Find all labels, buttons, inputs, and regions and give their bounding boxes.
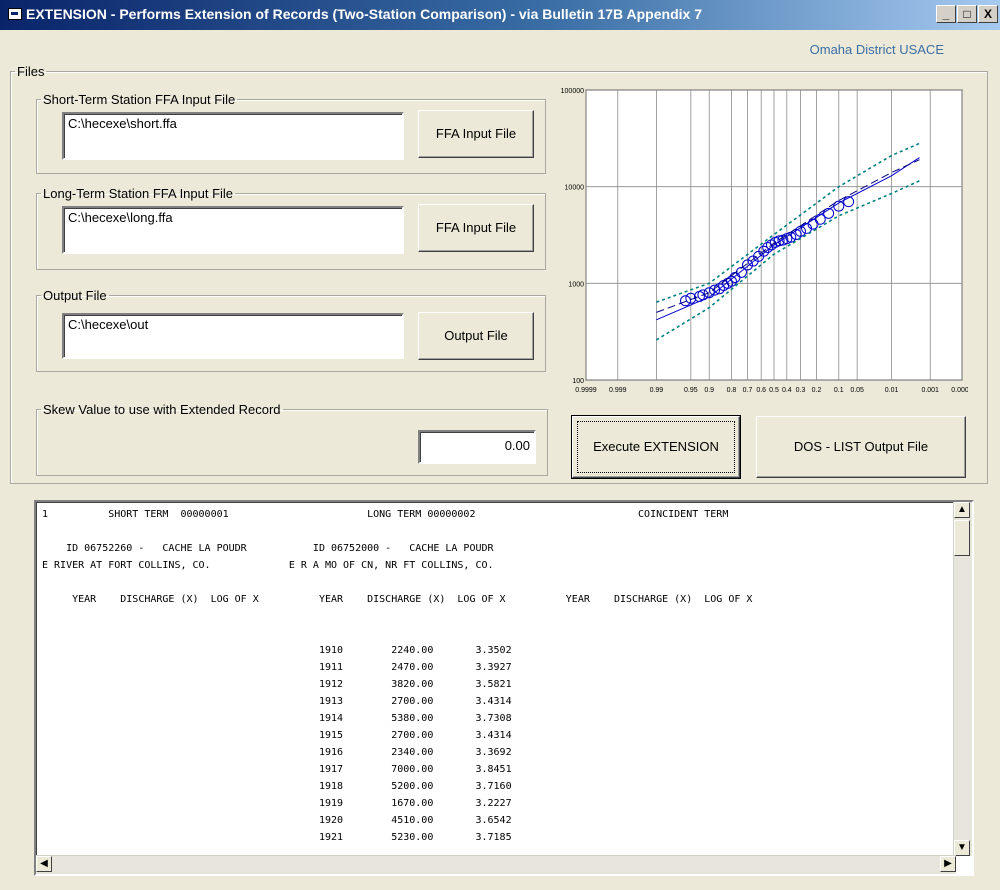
x-tick-label: 0.0001 xyxy=(951,387,968,394)
listing-line: ID 06752260 - CACHE LA POUDR ID 06752000… xyxy=(66,543,494,554)
dos-list-output-button-label: DOS - LIST Output File xyxy=(793,439,929,454)
x-tick-label: 0.999 xyxy=(609,387,627,394)
y-tick-label: 1000 xyxy=(568,281,584,288)
long-term-label: Long-Term Station FFA Input File xyxy=(43,186,234,201)
listing-line: 1918 5200.00 3.7160 xyxy=(318,781,512,792)
x-tick-label: 0.2 xyxy=(812,387,822,394)
minimize-button[interactable]: _ xyxy=(936,5,956,23)
listing-text: 1 SHORT TERM 00000001 LONG TERM 00000002… xyxy=(36,502,972,850)
y-tick-label: 10000 xyxy=(565,185,585,192)
output-file-button[interactable]: Output File xyxy=(418,312,534,360)
frequency-plot: 0.9999 0.999 0.99 0.95 0.9 0.8 0.7 0.6 0.5 0.4 0.3… xyxy=(548,86,973,402)
x-tick-label: 0.3 xyxy=(796,387,806,394)
horizontal-scrollbar[interactable]: ◀ ▶ xyxy=(36,855,956,874)
listing-line: 1921 5230.00 3.7185 xyxy=(318,832,512,843)
vertical-scrollbar[interactable]: ▲ ▼ xyxy=(953,502,972,856)
x-tick-label: 0.5 xyxy=(769,387,779,394)
long-term-file-input[interactable]: C:\hecexe\long.ffa xyxy=(62,206,404,254)
short-term-label: Short-Term Station FFA Input File xyxy=(43,92,236,107)
close-button[interactable]: X xyxy=(978,5,998,23)
long-term-ffa-button[interactable]: FFA Input File xyxy=(418,204,534,252)
dos-list-output-button[interactable]: DOS - LIST Output File xyxy=(756,416,966,478)
listing-line: 1912 3820.00 3.5821 xyxy=(318,679,512,690)
scroll-up-button[interactable]: ▲ xyxy=(954,502,970,518)
execute-extension-button-label: Execute EXTENSION xyxy=(593,439,719,454)
skew-label: Skew Value to use with Extended Record xyxy=(43,402,281,417)
listing-line: E RIVER AT FORT COLLINS, CO. E R A MO OF… xyxy=(42,560,494,571)
vertical-scroll-thumb[interactable] xyxy=(954,520,970,556)
listing-line: 1 SHORT TERM 00000001 LONG TERM 00000002… xyxy=(42,509,729,520)
x-tick-label: 0.05 xyxy=(850,387,864,394)
scroll-down-button[interactable]: ▼ xyxy=(954,840,970,856)
y-tick-label: 100 xyxy=(572,378,584,385)
output-file-button-label: Output File xyxy=(444,328,508,343)
listing-line: 1919 1670.00 3.2227 xyxy=(318,798,512,809)
app-icon[interactable] xyxy=(8,8,22,20)
long-term-ffa-button-label: FFA Input File xyxy=(435,220,517,235)
x-tick-label: 0.99 xyxy=(650,387,664,394)
listing-line: 1911 2470.00 3.3927 xyxy=(318,662,512,673)
short-term-ffa-button-label: FFA Input File xyxy=(435,126,517,141)
listing-line: 1910 2240.00 3.3502 xyxy=(318,645,512,656)
window-title: EXTENSION - Performs Extension of Record… xyxy=(26,6,702,22)
maximize-button[interactable]: □ xyxy=(957,5,977,23)
short-term-ffa-button[interactable]: FFA Input File xyxy=(418,110,534,158)
x-tick-label: 0.01 xyxy=(885,387,899,394)
frequency-chart-svg: 0.9999 0.999 0.99 0.95 0.9 0.8 0.7 0.6 0.5 0.4 0.3… xyxy=(561,88,973,394)
x-tick-label: 0.8 xyxy=(727,387,737,394)
skew-value-input[interactable]: 0.00 xyxy=(418,430,536,464)
listing-line: 1916 2340.00 3.3692 xyxy=(318,747,512,758)
organization-label: Omaha District USACE xyxy=(809,42,944,57)
scroll-right-button[interactable]: ▶ xyxy=(940,856,956,872)
x-tick-label: 0.001 xyxy=(921,387,939,394)
x-tick-label: 0.1 xyxy=(834,387,844,394)
x-tick-label: 0.9999 xyxy=(575,387,597,394)
x-tick-label: 0.6 xyxy=(756,387,766,394)
listing-line: 1917 7000.00 3.8451 xyxy=(318,764,512,775)
x-tick-label: 0.9 xyxy=(704,387,714,394)
scroll-left-button[interactable]: ◀ xyxy=(36,856,52,872)
listing-line: 1920 4510.00 3.6542 xyxy=(318,815,512,826)
listing-line: 1913 2700.00 3.4314 xyxy=(318,696,512,707)
listing-line: 1914 5380.00 3.7308 xyxy=(318,713,512,724)
listing-line: 1915 2700.00 3.4314 xyxy=(318,730,512,741)
output-listing[interactable]: 1 SHORT TERM 00000001 LONG TERM 00000002… xyxy=(34,500,974,876)
output-file-input[interactable]: C:\hecexe\out xyxy=(62,313,404,359)
output-file-label: Output File xyxy=(43,288,107,303)
extension-window: EXTENSION - Performs Extension of Record… xyxy=(0,0,1000,890)
execute-extension-button[interactable]: Execute EXTENSION xyxy=(571,415,741,479)
x-tick-label: 0.7 xyxy=(743,387,753,394)
x-tick-label: 0.4 xyxy=(782,387,792,394)
short-term-file-input[interactable]: C:\hecexe\short.ffa xyxy=(62,112,404,160)
title-bar[interactable]: EXTENSION - Performs Extension of Record… xyxy=(0,0,1000,30)
files-group-label: Files xyxy=(17,64,45,79)
y-tick-label: 100000 xyxy=(561,88,584,95)
listing-line: YEAR DISCHARGE (X) LOG OF X YEAR DISCHAR… xyxy=(72,594,753,605)
x-tick-label: 0.95 xyxy=(684,387,698,394)
